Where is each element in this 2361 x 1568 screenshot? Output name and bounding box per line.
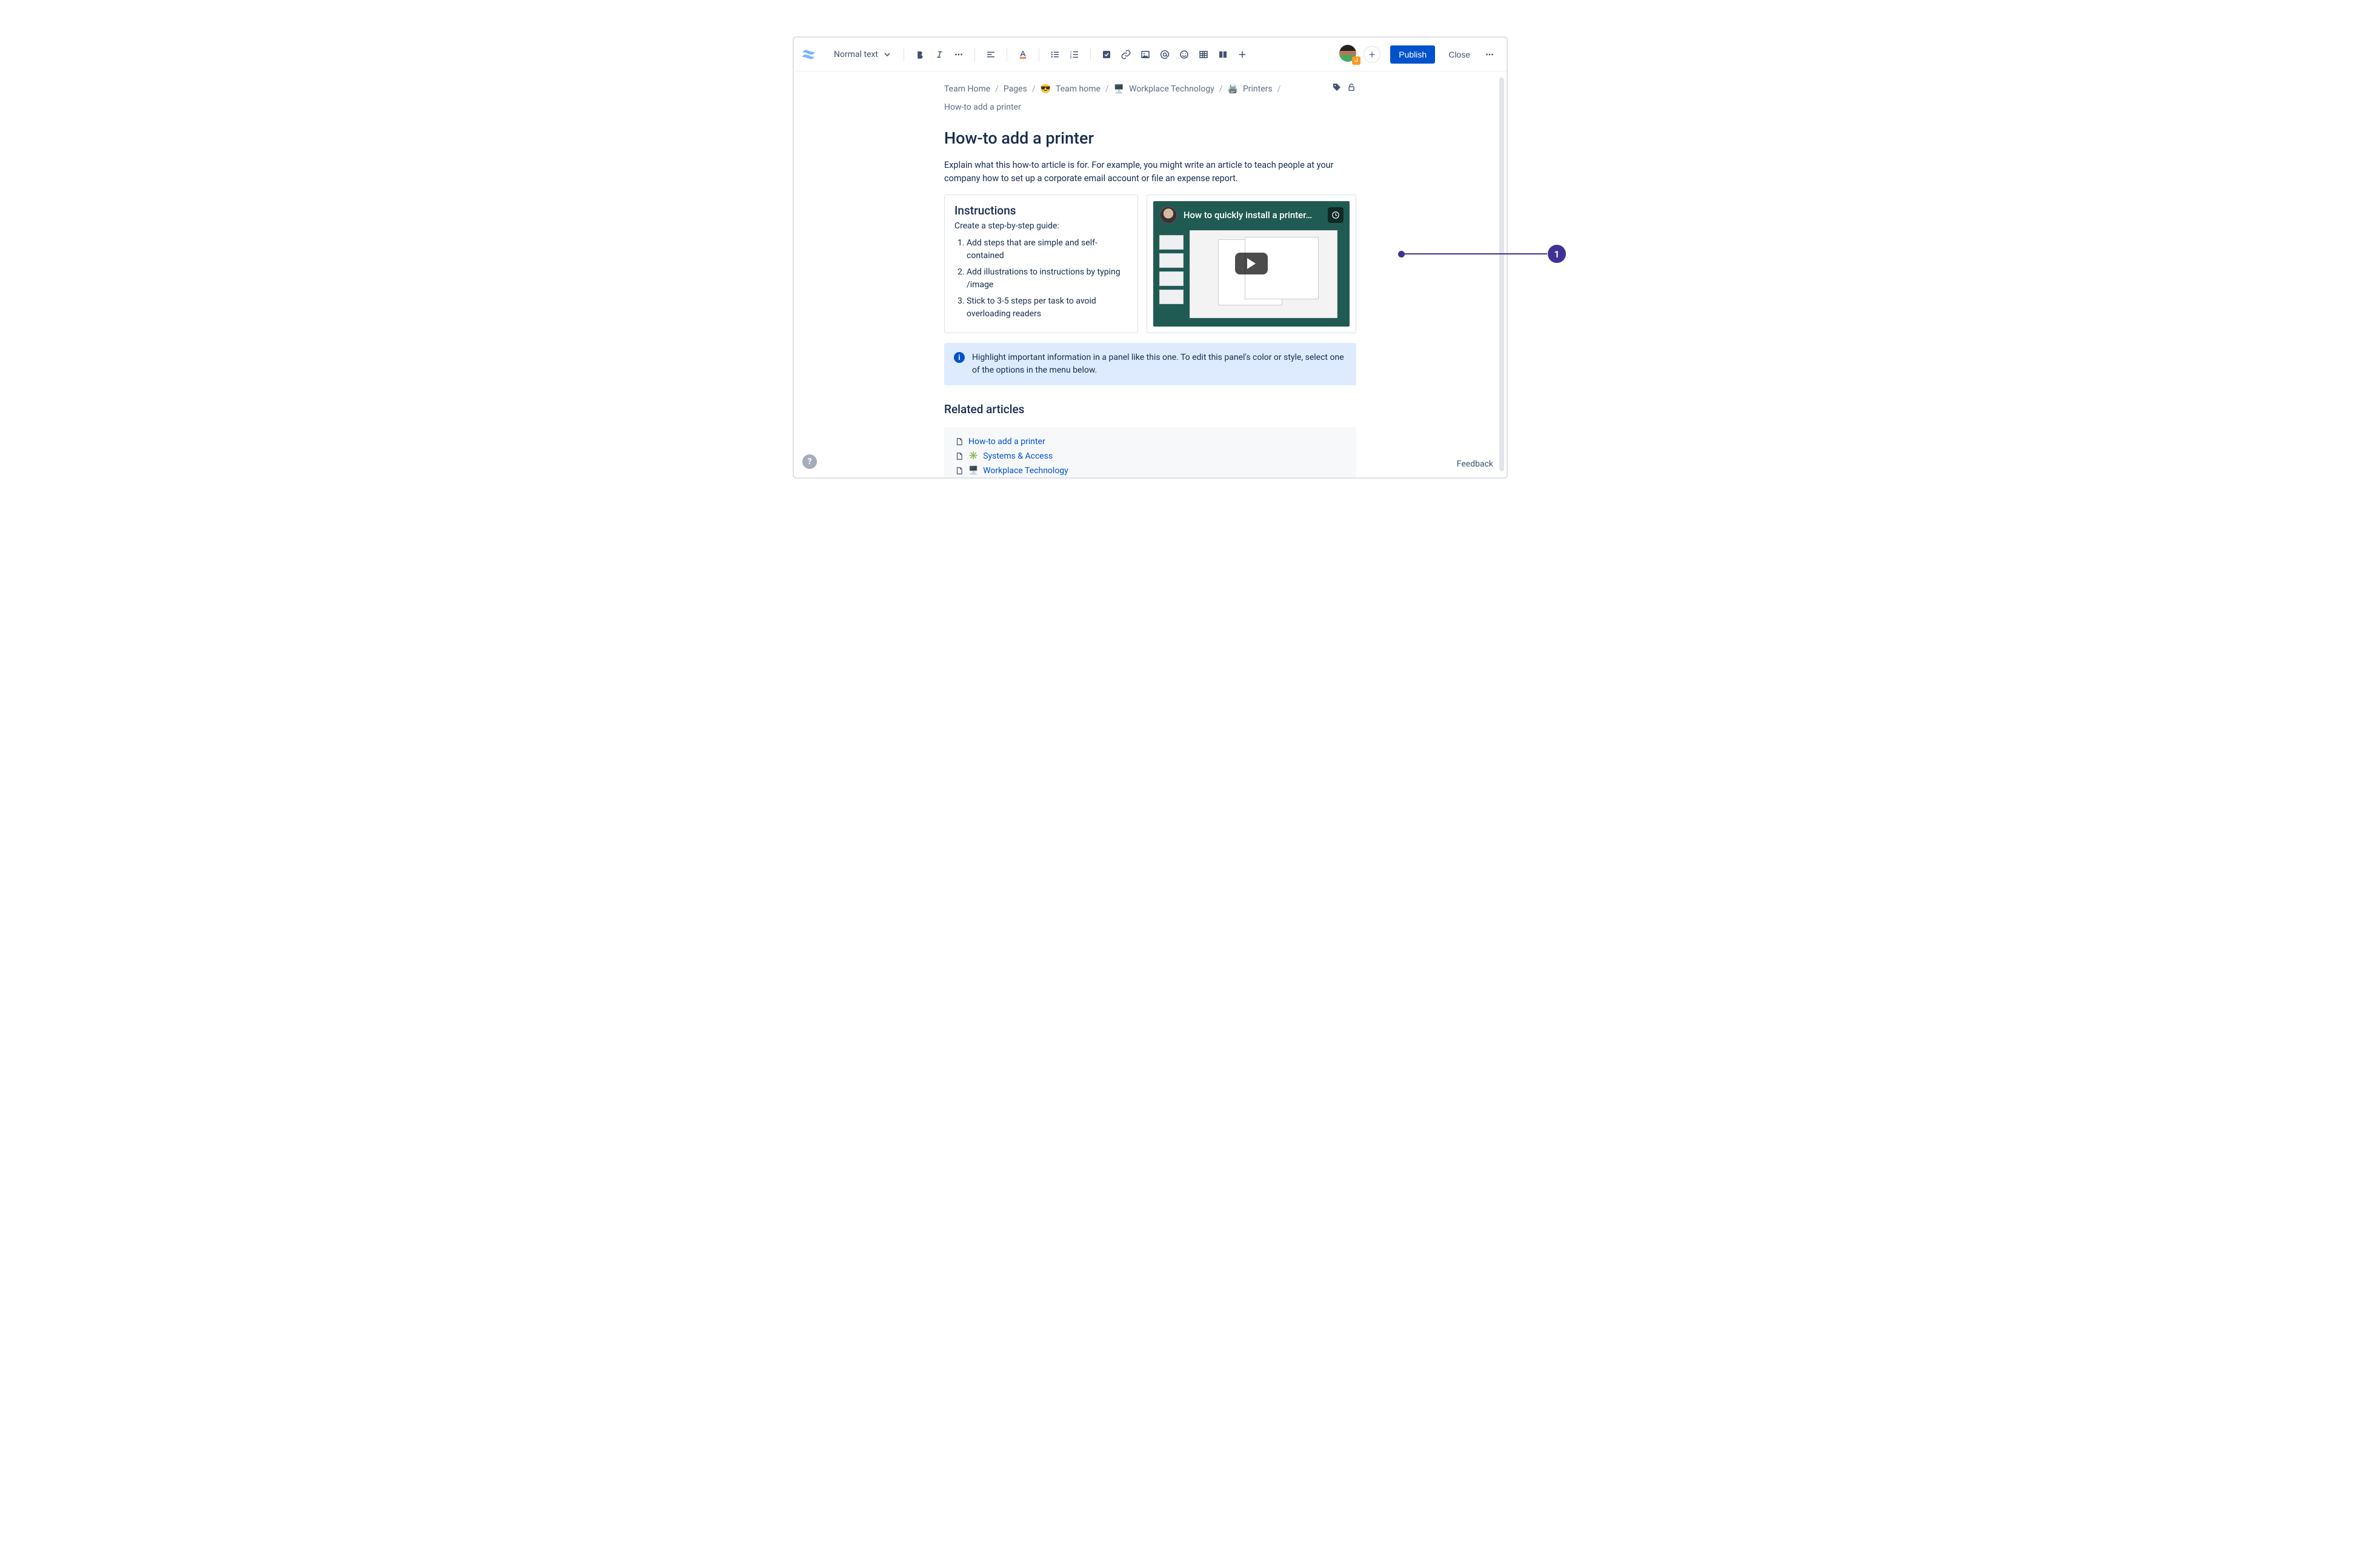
video-embed[interactable]: How to quickly install a printer… (1153, 201, 1350, 327)
help-button[interactable]: ? (802, 454, 817, 469)
instructions-subheading: Create a step-by-step guide: (954, 221, 1128, 231)
bold-button[interactable] (911, 46, 928, 63)
instructions-panel[interactable]: Instructions Create a step-by-step guide… (944, 194, 1138, 333)
close-button[interactable]: Close (1442, 45, 1476, 64)
related-article-link[interactable]: Systems & Access (983, 451, 1053, 461)
page-icon (955, 437, 964, 446)
video-preview-thumbnails (1159, 235, 1184, 318)
video-embed-panel[interactable]: How to quickly install a printer… (1147, 194, 1356, 333)
play-icon[interactable] (1235, 253, 1268, 274)
breadcrumb-link[interactable]: Printers (1243, 82, 1273, 96)
mention-button[interactable] (1156, 46, 1173, 63)
scrollbar[interactable] (1499, 78, 1504, 471)
intro-paragraph[interactable]: Explain what this how-to article is for.… (944, 159, 1356, 186)
related-articles-heading[interactable]: Related articles (944, 402, 1356, 416)
confluence-logo-icon (800, 46, 817, 63)
instructions-heading: Instructions (954, 204, 1128, 218)
video-channel-avatar (1159, 206, 1177, 224)
breadcrumb-link[interactable]: Team home (1056, 82, 1101, 96)
feedback-link[interactable]: Feedback (1457, 459, 1493, 469)
table-button[interactable] (1195, 46, 1212, 63)
breadcrumb-emoji: 🖥️ (1114, 82, 1124, 96)
editor-toolbar: Normal text 123 (794, 38, 1507, 71)
image-button[interactable] (1137, 46, 1154, 63)
collaborator-avatar[interactable]: J (1339, 45, 1359, 64)
text-style-label: Normal text (834, 50, 878, 59)
breadcrumb-emoji: 😎 (1041, 82, 1051, 96)
related-article-link[interactable]: How-to add a printer (968, 437, 1045, 447)
instruction-step[interactable]: Add illustrations to instructions by typ… (967, 266, 1128, 291)
watch-later-icon[interactable] (1328, 207, 1344, 223)
bullet-list-button[interactable] (1047, 46, 1064, 63)
page-title[interactable]: How-to add a printer (944, 128, 1356, 148)
page-icon (955, 467, 964, 475)
more-actions-button[interactable] (1481, 46, 1498, 63)
related-emoji: 🖥️ (968, 466, 978, 475)
alignment-dropdown[interactable] (982, 46, 999, 63)
svg-text:3: 3 (1070, 56, 1072, 59)
page-icon (955, 452, 964, 460)
related-articles-list: How-to add a printer ✳️ Systems & Access… (944, 427, 1356, 477)
text-style-dropdown[interactable]: Normal text (828, 46, 896, 63)
breadcrumb-current: How-to add a printer (944, 101, 1021, 114)
layouts-button[interactable] (1214, 46, 1231, 63)
instructions-steps: Add steps that are simple and self-conta… (954, 237, 1128, 321)
page-content-area: Team Home/ Pages/ 😎 Team home/ 🖥️ Workpl… (794, 71, 1507, 477)
breadcrumb-link[interactable]: Team Home (944, 82, 990, 96)
info-panel[interactable]: i Highlight important information in a p… (944, 343, 1356, 385)
text-color-dropdown[interactable] (1014, 46, 1031, 63)
related-article-link[interactable]: Workplace Technology (983, 466, 1068, 476)
related-emoji: ✳️ (968, 451, 978, 460)
info-icon: i (954, 352, 965, 363)
instruction-step[interactable]: Add steps that are simple and self-conta… (967, 237, 1128, 262)
italic-button[interactable] (931, 46, 948, 63)
labels-icon[interactable] (1332, 82, 1342, 95)
related-article-row: 🖥️ Workplace Technology (955, 463, 1345, 477)
avatar-badge: J (1352, 56, 1360, 65)
breadcrumb-link[interactable]: Pages (1004, 82, 1027, 96)
action-item-button[interactable] (1098, 46, 1115, 63)
emoji-button[interactable] (1176, 46, 1193, 63)
info-panel-text: Highlight important information in a pan… (972, 351, 1347, 377)
insert-dropdown[interactable] (1234, 46, 1251, 63)
link-button[interactable] (1117, 46, 1134, 63)
number-list-button[interactable]: 123 (1066, 46, 1083, 63)
more-formatting-button[interactable] (950, 46, 967, 63)
editor-window: Normal text 123 (793, 36, 1508, 479)
annotation-leader-line (1402, 253, 1547, 254)
related-article-row: How-to add a printer (955, 434, 1345, 449)
video-title: How to quickly install a printer… (1184, 210, 1322, 221)
add-collaborator-button[interactable] (1364, 46, 1380, 63)
instruction-step[interactable]: Stick to 3-5 steps per task to avoid ove… (967, 295, 1128, 321)
breadcrumb-link[interactable]: Workplace Technology (1129, 82, 1214, 96)
annotation-badge-1: 1 (1548, 245, 1566, 263)
breadcrumb: Team Home/ Pages/ 😎 Team home/ 🖥️ Workpl… (944, 82, 1332, 114)
breadcrumb-emoji: 🖨️ (1228, 82, 1238, 96)
related-article-row: ✳️ Systems & Access (955, 449, 1345, 463)
restrictions-icon[interactable] (1347, 82, 1356, 95)
publish-button[interactable]: Publish (1390, 45, 1435, 64)
